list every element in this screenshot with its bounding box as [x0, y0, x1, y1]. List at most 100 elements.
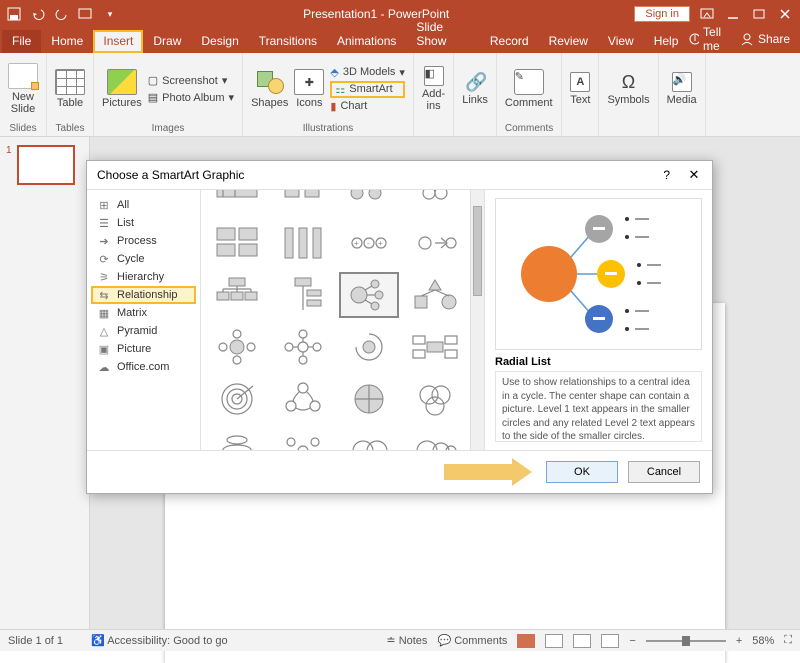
sorter-view-button[interactable]	[545, 634, 563, 648]
tab-record[interactable]: Record	[480, 30, 539, 53]
sa-item[interactable]	[273, 194, 333, 214]
preview-canvas	[495, 198, 702, 350]
sa-item[interactable]	[405, 220, 465, 266]
sa-item[interactable]	[207, 324, 267, 370]
tab-view[interactable]: View	[598, 30, 644, 53]
cat-all[interactable]: ⊞All	[91, 196, 196, 214]
preview-description: Use to show relationships to a central i…	[495, 371, 702, 442]
text-button[interactable]: AText	[570, 72, 590, 106]
sa-item[interactable]	[339, 324, 399, 370]
ribbon-options-icon[interactable]	[698, 5, 716, 23]
cat-picture[interactable]: ▣Picture	[91, 340, 196, 358]
normal-view-button[interactable]	[517, 634, 535, 648]
all-icon: ⊞	[97, 199, 111, 211]
cat-pyramid[interactable]: △Pyramid	[91, 322, 196, 340]
sa-item[interactable]	[339, 194, 399, 214]
tab-animations[interactable]: Animations	[327, 30, 406, 53]
tab-insert[interactable]: Insert	[93, 30, 143, 53]
addins-button[interactable]: ◧Add- ins	[422, 66, 445, 112]
smartart-button[interactable]: ⚏SmartArt	[330, 81, 405, 98]
zoom-out-button[interactable]: −	[629, 635, 635, 647]
sa-item[interactable]	[405, 428, 465, 450]
sa-item[interactable]	[273, 220, 333, 266]
close-icon[interactable]	[776, 5, 794, 23]
ok-button[interactable]: OK	[546, 461, 618, 483]
sa-item[interactable]	[207, 220, 267, 266]
sa-item[interactable]	[273, 324, 333, 370]
start-from-beginning-icon[interactable]	[78, 6, 94, 22]
tab-file[interactable]: File	[2, 30, 41, 53]
undo-icon[interactable]	[30, 6, 46, 22]
photoalbum-button[interactable]: ▤Photo Album ▾	[148, 90, 234, 105]
accessibility-status[interactable]: ♿ Accessibility: Good to go	[91, 634, 228, 647]
sa-item[interactable]	[339, 376, 399, 422]
screenshot-button[interactable]: ▢Screenshot ▾	[148, 73, 234, 88]
zoom-in-button[interactable]: +	[736, 635, 742, 647]
comments-button[interactable]: 💬 Comments	[437, 634, 507, 647]
qat-dropdown-icon[interactable]: ▾	[102, 6, 118, 22]
slide-thumbnail-1[interactable]	[17, 145, 75, 185]
ribbon-group-images: Pictures ▢Screenshot ▾ ▤Photo Album ▾ Im…	[94, 53, 243, 136]
pictures-button[interactable]: Pictures	[102, 69, 142, 109]
cat-process[interactable]: ➔Process	[91, 232, 196, 250]
minimize-icon[interactable]	[724, 5, 742, 23]
dialog-close-button[interactable]: ✕	[686, 167, 702, 183]
zoom-slider[interactable]	[646, 640, 726, 642]
cancel-button[interactable]: Cancel	[628, 461, 700, 483]
sa-item[interactable]	[339, 428, 399, 450]
fit-to-window-button[interactable]: ⛶	[784, 634, 792, 647]
sa-item[interactable]	[273, 376, 333, 422]
tab-home[interactable]: Home	[41, 30, 93, 53]
hierarchy-icon: ⚞	[97, 271, 111, 283]
sa-item[interactable]	[405, 194, 465, 214]
ribbon-group-comments: ✎CommentComments	[497, 53, 562, 136]
signin-button[interactable]: Sign in	[634, 6, 690, 22]
symbols-button[interactable]: ΩSymbols	[607, 72, 649, 106]
sa-item[interactable]	[405, 324, 465, 370]
cat-matrix[interactable]: ▦Matrix	[91, 304, 196, 322]
cat-cycle[interactable]: ⟳Cycle	[91, 250, 196, 268]
slideshow-view-button[interactable]	[601, 634, 619, 648]
reading-view-button[interactable]	[573, 634, 591, 648]
shapes-button[interactable]: Shapes	[251, 69, 288, 109]
cat-relationship[interactable]: ⇆Relationship	[91, 286, 196, 304]
sa-item[interactable]	[273, 428, 333, 450]
3dmodels-button[interactable]: ⬘3D Models ▾	[330, 65, 405, 80]
tab-design[interactable]: Design	[191, 30, 248, 53]
sa-item[interactable]	[207, 194, 267, 214]
cat-list[interactable]: ☰List	[91, 214, 196, 232]
share-button[interactable]: Share	[740, 32, 790, 46]
sa-item[interactable]	[207, 376, 267, 422]
tab-review[interactable]: Review	[539, 30, 598, 53]
grid-scrollbar[interactable]	[470, 190, 484, 450]
redo-icon[interactable]	[54, 6, 70, 22]
save-icon[interactable]	[6, 6, 22, 22]
sa-item[interactable]	[207, 272, 267, 318]
comment-button[interactable]: ✎Comment	[505, 69, 553, 109]
table-button[interactable]: Table	[55, 69, 85, 109]
cat-hierarchy[interactable]: ⚞Hierarchy	[91, 268, 196, 286]
ribbon-group-media: 🔊Media	[659, 53, 706, 136]
sa-item[interactable]	[273, 272, 333, 318]
sa-item[interactable]: +-+	[339, 220, 399, 266]
chart-button[interactable]: ▮Chart	[330, 99, 405, 114]
sa-item[interactable]	[207, 428, 267, 450]
maximize-icon[interactable]	[750, 5, 768, 23]
tab-draw[interactable]: Draw	[143, 30, 191, 53]
dialog-help-button[interactable]: ?	[663, 168, 670, 182]
notes-button[interactable]: ≐ Notes	[386, 634, 427, 647]
icons-button[interactable]: ✚Icons	[294, 69, 324, 109]
zoom-level[interactable]: 58%	[752, 635, 774, 647]
sa-item[interactable]	[405, 272, 465, 318]
new-slide-button[interactable]: New Slide	[8, 63, 38, 115]
tellme-button[interactable]: Tell me	[688, 25, 732, 53]
media-button[interactable]: 🔊Media	[667, 72, 697, 106]
cat-officecom[interactable]: ☁Office.com	[91, 358, 196, 376]
tab-help[interactable]: Help	[644, 30, 689, 53]
links-button[interactable]: 🔗Links	[462, 72, 488, 106]
tab-transitions[interactable]: Transitions	[249, 30, 327, 53]
radial-list-preview-icon	[509, 199, 689, 349]
tab-slideshow[interactable]: Slide Show	[406, 16, 480, 53]
sa-item-radial-list[interactable]	[339, 272, 399, 318]
sa-item[interactable]	[405, 376, 465, 422]
